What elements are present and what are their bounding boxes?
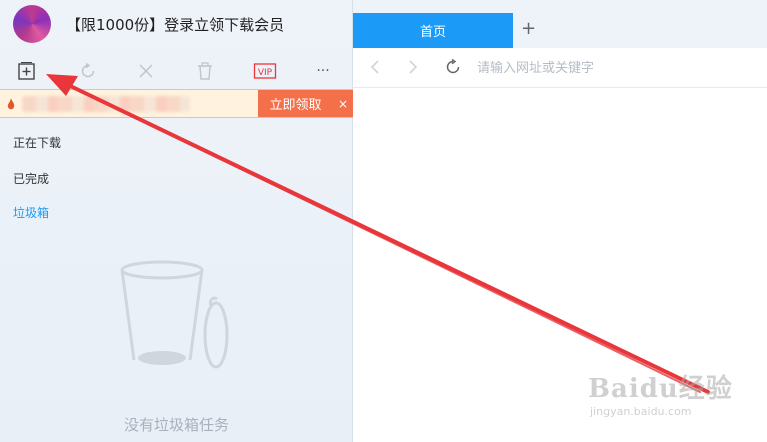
tab-strip: 首页 + — [353, 0, 767, 48]
back-icon[interactable] — [369, 58, 381, 80]
new-task-icon[interactable] — [16, 60, 38, 82]
watermark: Baidu经验 jingyan.baidu.com — [588, 368, 733, 418]
promo-banner: 立即领取 × — [0, 89, 353, 118]
toolbar: VIP ··· — [0, 55, 353, 85]
refresh-icon[interactable] — [77, 60, 99, 82]
promo-title[interactable]: 【限1000份】登录立领下载会员 — [66, 14, 284, 35]
close-icon[interactable] — [135, 60, 157, 82]
blurred-banner-text — [22, 96, 190, 112]
reload-icon[interactable] — [444, 58, 462, 80]
avatar[interactable] — [13, 5, 51, 43]
claim-button[interactable]: 立即领取 — [258, 90, 333, 117]
forward-icon[interactable] — [407, 58, 419, 80]
empty-trash-text: 没有垃圾箱任务 — [123, 416, 229, 434]
vip-label: VIP — [258, 68, 273, 78]
banner-close-icon[interactable]: × — [333, 90, 353, 117]
watermark-sub: jingyan.baidu.com — [590, 405, 692, 418]
flame-icon — [6, 97, 18, 111]
watermark-main: Baidu经验 — [588, 374, 733, 404]
tab-home[interactable]: 首页 — [353, 13, 513, 48]
sidebar-item-completed[interactable]: 已完成 — [13, 170, 49, 187]
sidebar-item-trash[interactable]: 垃圾箱 — [13, 204, 49, 221]
vip-icon[interactable]: VIP — [253, 60, 277, 82]
delete-icon[interactable] — [194, 60, 216, 82]
address-bar — [353, 48, 767, 88]
sidebar-item-downloading[interactable]: 正在下载 — [13, 134, 61, 151]
more-icon[interactable]: ··· — [312, 60, 334, 82]
add-tab-button[interactable]: + — [521, 20, 536, 38]
url-input[interactable] — [477, 58, 747, 78]
panel-header: 【限1000份】登录立领下载会员 — [0, 0, 353, 48]
empty-trash-illustration — [116, 260, 236, 384]
download-panel: 【限1000份】登录立领下载会员 VIP ··· 立即领取 × 正在下载 已完成… — [0, 0, 353, 442]
